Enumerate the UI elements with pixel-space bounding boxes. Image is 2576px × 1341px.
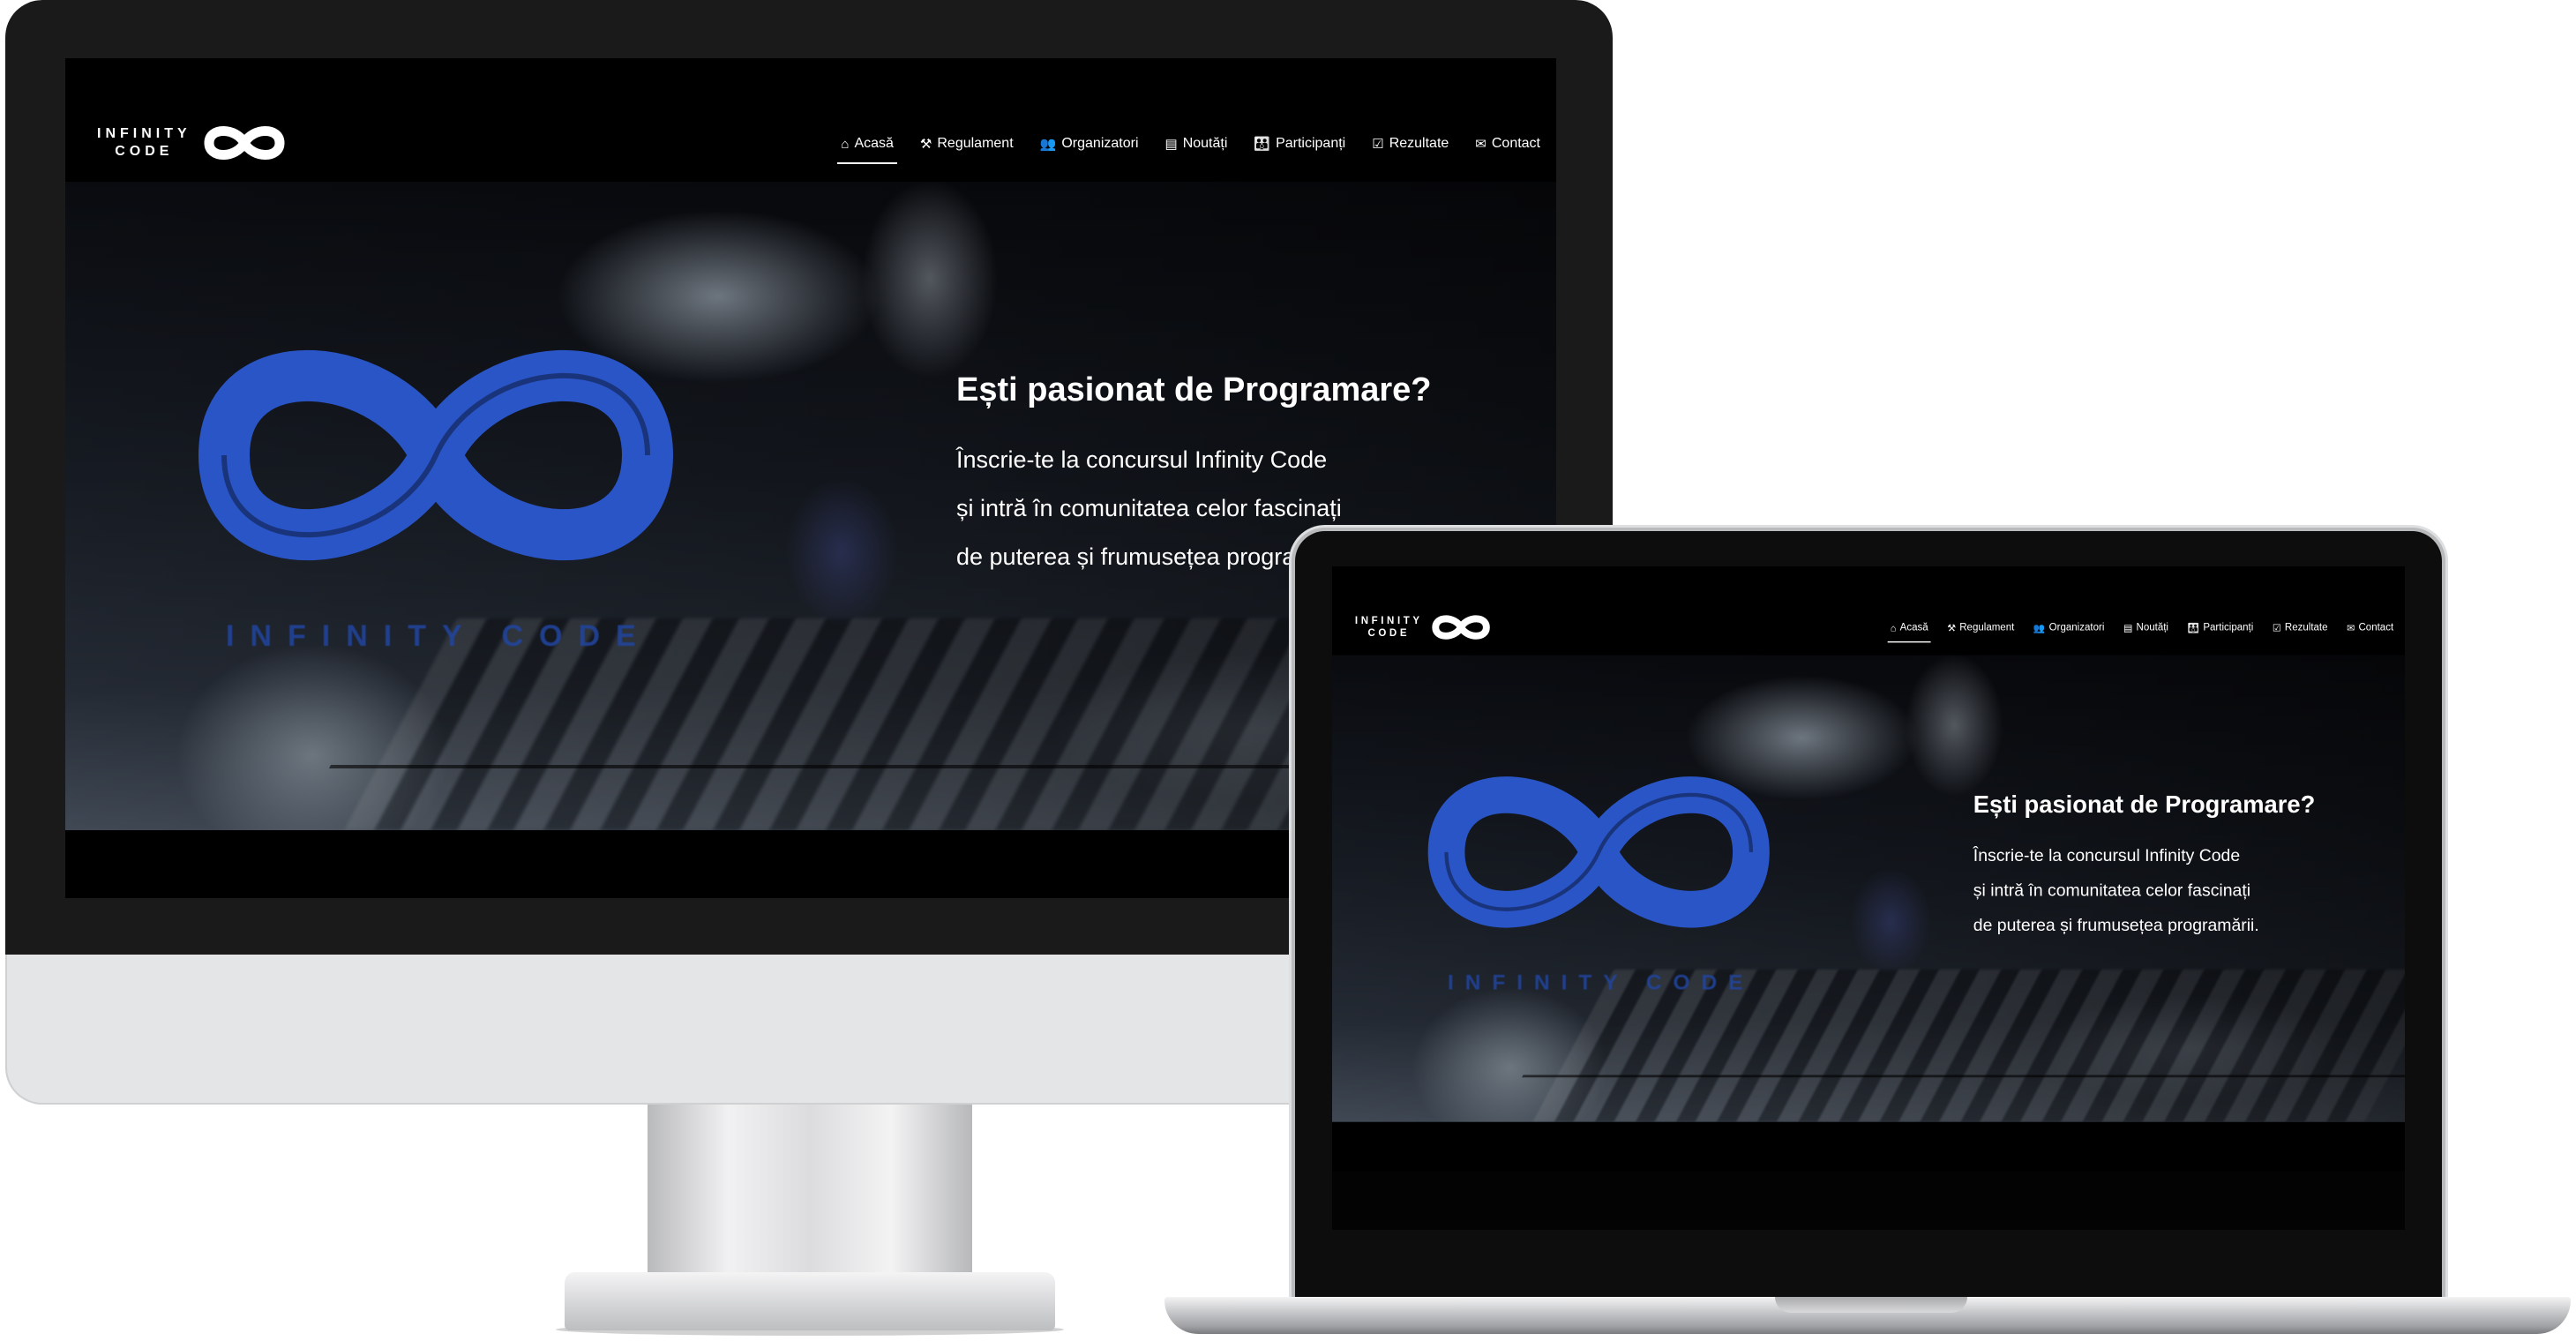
- macbook-screen: INFINITY CODE ⌂ Acasă ⚒ Regulament 👥 Organiza…: [1332, 566, 2405, 1230]
- nav-item-1[interactable]: ⚒ Regulament: [920, 136, 1014, 164]
- hero-headline: Ești pasionat de Programare?: [1973, 791, 2316, 819]
- envelope-icon: ✉: [1475, 136, 1486, 152]
- gavel-icon: ⚒: [919, 136, 932, 152]
- group-icon: 👪: [1254, 136, 1271, 152]
- infinity-logo-icon: [1432, 615, 1490, 640]
- logo-text: INFINITY CODE: [97, 125, 191, 161]
- newspaper-icon: ▤: [1164, 136, 1178, 152]
- hero-logo-word: INFINITY CODE: [1447, 970, 1755, 995]
- main-nav: ⌂ Acasă ⚒ Regulament 👥 Organizatori ▤ Noutăți 👪 P…: [837, 136, 1540, 164]
- nav-item-label: Participanți: [1276, 136, 1346, 151]
- gavel-icon: ⚒: [1947, 622, 1956, 633]
- main-nav: ⌂ Acasă ⚒ Regulament 👥 Organizatori ▤ Noutăți 👪 P…: [1887, 622, 2393, 643]
- newspaper-icon: ▤: [2123, 622, 2133, 633]
- calendar-check-icon: ☑: [2272, 622, 2281, 633]
- nav-item-label: Rezultate: [1389, 136, 1449, 151]
- envelope-icon: ✉: [2347, 622, 2355, 633]
- macbook-notch: [1775, 1297, 1967, 1313]
- paragraph-line: de puterea și frumusețea programării.: [1973, 915, 2259, 935]
- nav-item-label: Noutăți: [1182, 136, 1228, 151]
- nav-item-5[interactable]: ☑ Rezultate: [1372, 136, 1449, 164]
- group-icon: 👪: [2187, 622, 2200, 633]
- nav-item-6[interactable]: ✉ Contact: [1475, 136, 1540, 164]
- device-mockup-stage: INFINITY CODE ⌂ Acasă ⚒ Regulament 👥 Organiza…: [0, 0, 2576, 1341]
- logo-word-top: INFINITY: [97, 126, 191, 141]
- hero-headline: Ești pasionat de Programare?: [956, 371, 1432, 408]
- nav-item-6[interactable]: ✉ Contact: [2347, 622, 2393, 642]
- site-logo[interactable]: INFINITY CODE: [97, 120, 285, 166]
- calendar-check-icon: ☑: [1372, 136, 1384, 152]
- infinity-emblem-icon: [198, 350, 674, 560]
- hero-infinity-logo: [189, 323, 683, 592]
- nav-item-0[interactable]: ⌂ Acasă: [837, 136, 897, 164]
- logo-word-top: INFINITY: [1354, 615, 1423, 626]
- nav-item-4[interactable]: 👪 Participanți: [2188, 622, 2254, 642]
- nav-item-label: Contact: [2358, 622, 2394, 633]
- nav-item-label: Participanți: [2203, 622, 2254, 633]
- macbook-lid: INFINITY CODE ⌂ Acasă ⚒ Regulament 👥 Organiza…: [1295, 531, 2442, 1309]
- nav-item-3[interactable]: ▤ Noutăți: [2123, 622, 2168, 642]
- hero-logo-word: INFINITY CODE: [226, 619, 652, 653]
- hero-infinity-logo: [1421, 757, 1777, 950]
- infinity-emblem-icon: [1427, 776, 1770, 928]
- nav-item-0[interactable]: ⌂ Acasă: [1887, 622, 1931, 643]
- users-icon: 👥: [1039, 136, 1057, 152]
- imac-stand-neck: [648, 1105, 972, 1290]
- nav-item-label: Regulament: [1959, 622, 2015, 633]
- home-icon: ⌂: [1890, 622, 1897, 633]
- nav-item-label: Organizatori: [1061, 136, 1139, 151]
- nav-item-label: Acasă: [1899, 622, 1928, 633]
- nav-item-2[interactable]: 👥 Organizatori: [1040, 136, 1139, 164]
- hero-paragraph: Înscrie-te la concursul Infinity Code și…: [1973, 838, 2259, 943]
- logo-word-bottom: CODE: [115, 144, 174, 159]
- home-icon: ⌂: [841, 136, 850, 152]
- logo-text: INFINITY CODE: [1355, 615, 1423, 641]
- paragraph-line: Înscrie-te la concursul Infinity Code: [1973, 845, 2241, 865]
- nav-item-label: Organizatori: [2048, 622, 2105, 633]
- nav-item-label: Regulament: [937, 136, 1014, 151]
- nav-item-4[interactable]: 👪 Participanți: [1254, 136, 1345, 164]
- logo-word-bottom: CODE: [1367, 627, 1411, 640]
- paragraph-line: și intră în comunitatea celor fascinați: [1973, 880, 2251, 900]
- paragraph-line: și intră în comunitatea celor fascinați: [956, 495, 1342, 521]
- nav-item-3[interactable]: ▤ Noutăți: [1165, 136, 1228, 164]
- nav-item-5[interactable]: ☑ Rezultate: [2273, 622, 2328, 642]
- infinity-logo-icon: [204, 126, 285, 160]
- imac-stand-foot: [565, 1272, 1055, 1330]
- site-logo[interactable]: INFINITY CODE: [1355, 611, 1490, 643]
- nav-item-1[interactable]: ⚒ Regulament: [1947, 622, 2014, 642]
- website-laptop: INFINITY CODE ⌂ Acasă ⚒ Regulament 👥 Organiza…: [1332, 566, 2405, 1172]
- nav-item-label: Rezultate: [2284, 622, 2328, 633]
- paragraph-line: de puterea și frumusețea programării.: [956, 543, 1354, 570]
- nav-item-label: Acasă: [854, 136, 894, 151]
- users-icon: 👥: [2033, 622, 2046, 633]
- nav-item-label: Contact: [1491, 136, 1540, 151]
- hero-paragraph: Înscrie-te la concursul Infinity Code și…: [956, 436, 1353, 581]
- paragraph-line: Înscrie-te la concursul Infinity Code: [956, 446, 1328, 473]
- nav-item-label: Noutăți: [2136, 622, 2168, 633]
- nav-item-2[interactable]: 👥 Organizatori: [2033, 622, 2104, 642]
